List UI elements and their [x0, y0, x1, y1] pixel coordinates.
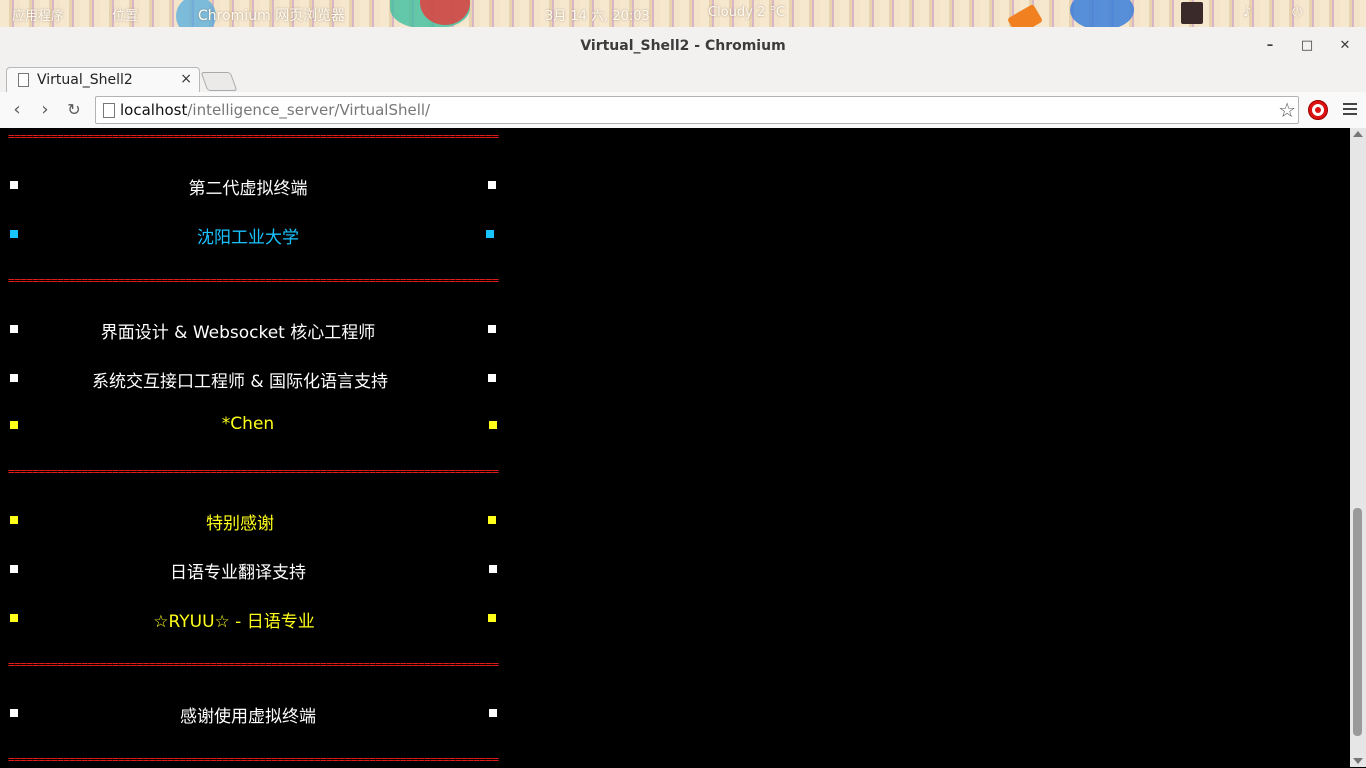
line-thanks-title: 特别感谢 — [206, 514, 274, 534]
separator-line: ========================================… — [8, 659, 499, 671]
vertical-scrollbar[interactable] — [1350, 128, 1366, 767]
volume-icon[interactable]: ♪ — [1243, 5, 1251, 20]
terminal-line: 第二代虚拟终端 — [0, 174, 510, 199]
maximize-button[interactable]: □ — [1296, 35, 1318, 57]
power-icon[interactable]: ⏻ — [1292, 5, 1302, 20]
line-author: *Chen — [221, 414, 275, 434]
separator-line: ========================================… — [8, 754, 499, 766]
terminal-line: 界面设计 & Websocket 核心工程师 — [0, 318, 510, 343]
tab-strip: Virtual_Shell2 × — [0, 65, 1366, 93]
scroll-down-icon[interactable] — [1353, 758, 1363, 764]
square-icon — [488, 325, 496, 333]
browser-toolbar: ‹ › ↻ localhost/intelligence_server/Virt… — [0, 92, 1366, 129]
separator-line: ========================================… — [8, 466, 499, 478]
line-closing: 感谢使用虚拟终端 — [180, 707, 316, 727]
square-icon — [489, 709, 497, 717]
decor-shape — [1007, 3, 1043, 27]
square-icon — [488, 374, 496, 382]
forward-button[interactable]: › — [35, 100, 55, 120]
tab-virtual-shell[interactable]: Virtual_Shell2 × — [6, 67, 200, 93]
square-icon — [486, 230, 494, 238]
active-app-menu[interactable]: Chromium 网页浏览器 — [198, 5, 345, 25]
terminal-line: ☆RYUU☆ - 日语专业 — [0, 607, 510, 632]
tab-title: Virtual_Shell2 — [37, 72, 133, 88]
scrollbar-thumb[interactable] — [1353, 508, 1362, 736]
address-bar[interactable]: localhost/intelligence_server/VirtualShe… — [95, 96, 1299, 124]
terminal-line: *Chen — [0, 414, 510, 438]
terminal-line: 日语专业翻译支持 — [0, 558, 510, 583]
square-icon — [489, 421, 497, 429]
scroll-up-icon[interactable] — [1353, 131, 1363, 137]
browser-window: Virtual_Shell2 - Chromium – □ ✕ Virtual_… — [0, 27, 1366, 768]
terminal-line: 感谢使用虚拟终端 — [0, 702, 510, 727]
window-titlebar[interactable]: Virtual_Shell2 - Chromium – □ ✕ — [0, 27, 1366, 65]
line-role1: 界面设计 & Websocket 核心工程师 — [100, 323, 376, 343]
square-icon — [488, 181, 496, 189]
line-thanks-role: 日语专业翻译支持 — [170, 563, 306, 583]
square-icon — [488, 516, 496, 524]
menu-icon[interactable] — [1343, 100, 1357, 118]
new-tab-button[interactable] — [200, 72, 238, 91]
terminal-line: 系统交互接口工程师 & 国际化语言支持 — [0, 367, 510, 392]
tab-close-icon[interactable]: × — [180, 71, 192, 87]
system-top-panel: 应用程序 位置 Chromium 网页浏览器 3月 14 六, 20:03 Cl… — [0, 0, 1366, 27]
separator-line: ========================================… — [8, 131, 499, 143]
close-window-button[interactable]: ✕ — [1334, 35, 1356, 57]
minimize-button[interactable]: – — [1259, 35, 1281, 57]
decor-circle — [1070, 0, 1134, 27]
weather-indicator[interactable]: Cloudy 2 °C — [708, 5, 785, 20]
url-text[interactable]: localhost/intelligence_server/VirtualShe… — [120, 101, 430, 119]
user-avatar-icon[interactable] — [1181, 2, 1203, 24]
places-menu[interactable]: 位置 — [112, 5, 138, 24]
extension-icon[interactable] — [1308, 100, 1328, 120]
page-icon — [103, 103, 115, 118]
applications-menu[interactable]: 应用程序 — [12, 5, 64, 24]
reload-button[interactable]: ↻ — [64, 100, 84, 120]
terminal-line: 沈阳工业大学 — [0, 223, 510, 248]
terminal-output[interactable]: ========================================… — [0, 128, 1350, 767]
line-title: 第二代虚拟终端 — [188, 179, 308, 199]
bookmark-star-icon[interactable]: ☆ — [1278, 98, 1296, 122]
square-icon — [489, 565, 497, 573]
line-university: 沈阳工业大学 — [197, 228, 299, 248]
back-button[interactable]: ‹ — [7, 100, 27, 120]
line-role2: 系统交互接口工程师 & 国际化语言支持 — [91, 372, 389, 392]
page-icon — [18, 73, 29, 87]
terminal-line: 特别感谢 — [0, 509, 510, 534]
clock[interactable]: 3月 14 六, 20:03 — [545, 5, 650, 24]
window-title: Virtual_Shell2 - Chromium — [580, 38, 786, 54]
url-path: /intelligence_server/VirtualShell/ — [187, 101, 431, 119]
square-icon — [488, 614, 496, 622]
separator-line: ========================================… — [8, 275, 499, 287]
line-thanks-name: ☆RYUU☆ - 日语专业 — [153, 612, 315, 632]
url-host: localhost — [120, 101, 188, 119]
